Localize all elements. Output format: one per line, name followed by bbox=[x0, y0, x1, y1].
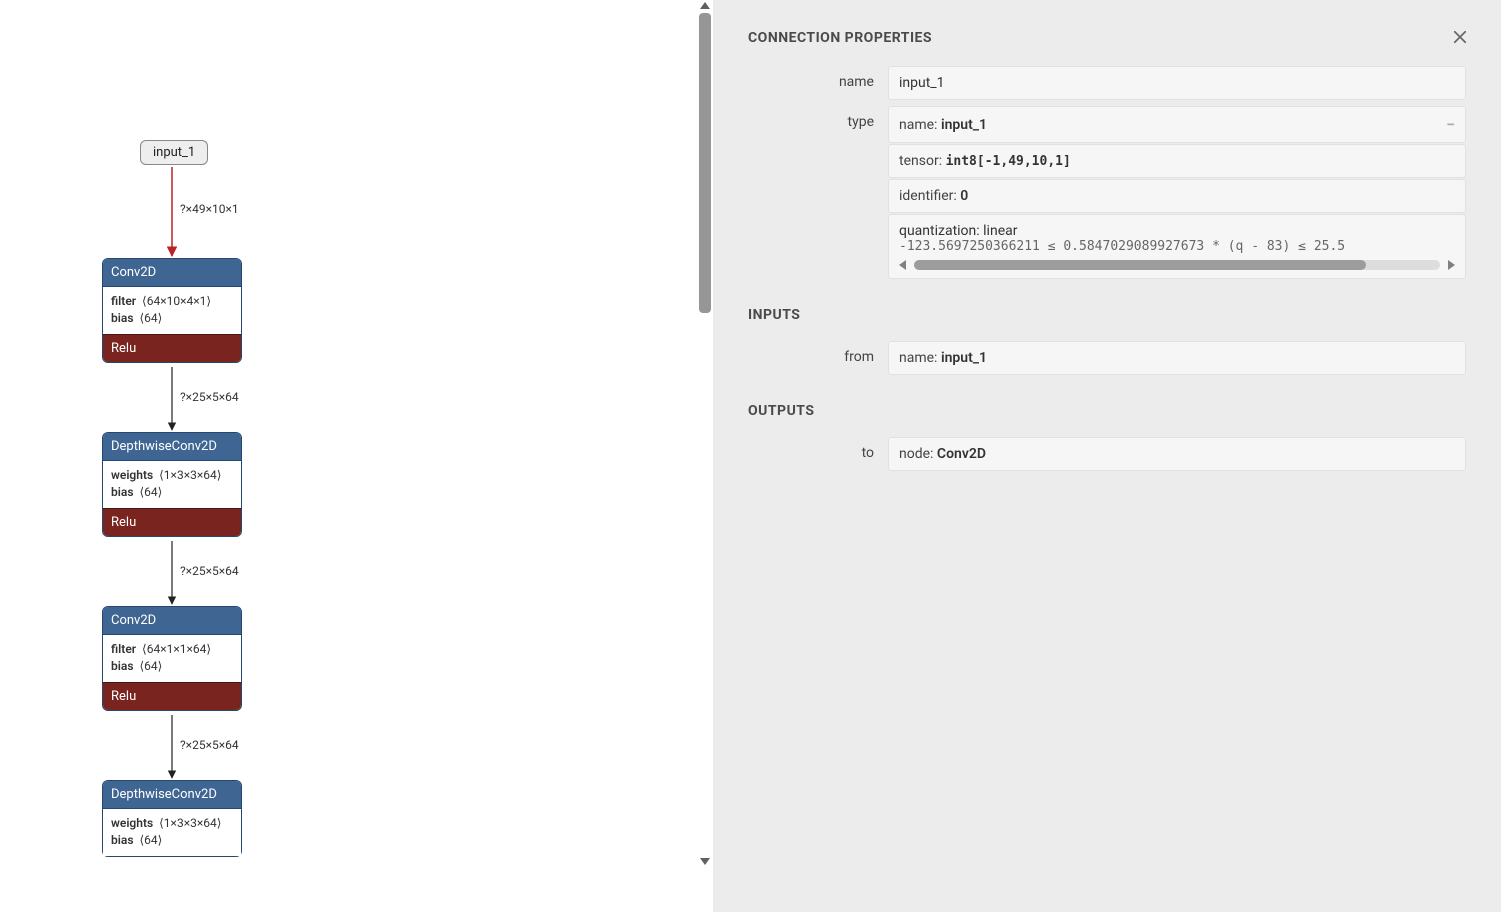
layer-params: weights ⟨1×3×3×64⟩ bias ⟨64⟩ bbox=[103, 460, 241, 508]
layer-title: DepthwiseConv2D bbox=[103, 781, 241, 808]
layer-conv2d-2[interactable]: Conv2D filter ⟨64×1×1×64⟩ bias ⟨64⟩ Relu bbox=[102, 606, 242, 711]
value-name: input_1 bbox=[888, 66, 1466, 100]
label-from: from bbox=[748, 341, 888, 365]
quantization-formula: -123.5697250366211 ≤ 0.5847029089927673 … bbox=[899, 239, 1455, 254]
layer-title: Conv2D bbox=[103, 607, 241, 634]
type-name-row[interactable]: name: input_1 − bbox=[888, 106, 1466, 143]
layer-conv2d-1[interactable]: Conv2D filter ⟨64×10×4×1⟩ bias ⟨64⟩ Relu bbox=[102, 258, 242, 363]
edge-label-1: ?×49×10×1 bbox=[180, 202, 239, 216]
close-icon bbox=[1451, 28, 1469, 46]
edge-label-2: ?×25×5×64 bbox=[180, 390, 239, 404]
type-tensor-row: tensor: int8[-1,49,10,1] bbox=[888, 144, 1466, 178]
type-quantization-row: quantization: linear -123.5697250366211 … bbox=[888, 214, 1466, 279]
minus-icon[interactable]: − bbox=[1446, 115, 1455, 134]
layer-depthwise-2[interactable]: DepthwiseConv2D weights ⟨1×3×3×64⟩ bias … bbox=[102, 780, 242, 857]
output-to-row: node: Conv2D bbox=[888, 437, 1466, 471]
layer-activation: Relu bbox=[103, 682, 241, 710]
scroll-right-icon[interactable] bbox=[1448, 260, 1455, 270]
layer-title: DepthwiseConv2D bbox=[103, 433, 241, 460]
section-inputs: INPUTS bbox=[748, 307, 1466, 323]
edge-label-4: ?×25×5×64 bbox=[180, 738, 239, 752]
graph-canvas[interactable]: input_1 ?×49×10×1 Conv2D filter ⟨64×10×4… bbox=[0, 0, 697, 912]
layer-activation: Relu bbox=[103, 508, 241, 536]
label-to: to bbox=[748, 437, 888, 461]
type-identifier-row: identifier: 0 bbox=[888, 179, 1466, 213]
edge-label-3: ?×25×5×64 bbox=[180, 564, 239, 578]
layer-params: filter ⟨64×1×1×64⟩ bias ⟨64⟩ bbox=[103, 634, 241, 682]
scroll-up-icon[interactable] bbox=[700, 2, 710, 9]
layer-params: filter ⟨64×10×4×1⟩ bias ⟨64⟩ bbox=[103, 286, 241, 334]
hscroll-thumb[interactable] bbox=[914, 260, 1366, 270]
layer-activation: Relu bbox=[103, 334, 241, 362]
layer-params: weights ⟨1×3×3×64⟩ bias ⟨64⟩ bbox=[103, 808, 241, 856]
hscroll-track[interactable] bbox=[914, 260, 1440, 270]
properties-panel: CONNECTION PROPERTIES name input_1 type … bbox=[713, 0, 1501, 912]
scroll-down-icon[interactable] bbox=[700, 858, 710, 865]
close-button[interactable] bbox=[1451, 28, 1469, 50]
horizontal-scrollbar[interactable] bbox=[899, 260, 1455, 270]
label-name: name bbox=[748, 66, 888, 90]
scroll-thumb[interactable] bbox=[699, 13, 711, 313]
input-node[interactable]: input_1 bbox=[140, 140, 208, 165]
panel-title: CONNECTION PROPERTIES bbox=[748, 30, 1466, 46]
scroll-left-icon[interactable] bbox=[899, 260, 906, 270]
layer-title: Conv2D bbox=[103, 259, 241, 286]
vertical-scrollbar[interactable] bbox=[697, 0, 713, 912]
input-from-row: name: input_1 bbox=[888, 341, 1466, 375]
label-type: type bbox=[748, 106, 888, 130]
layer-depthwise-1[interactable]: DepthwiseConv2D weights ⟨1×3×3×64⟩ bias … bbox=[102, 432, 242, 537]
section-outputs: OUTPUTS bbox=[748, 403, 1466, 419]
